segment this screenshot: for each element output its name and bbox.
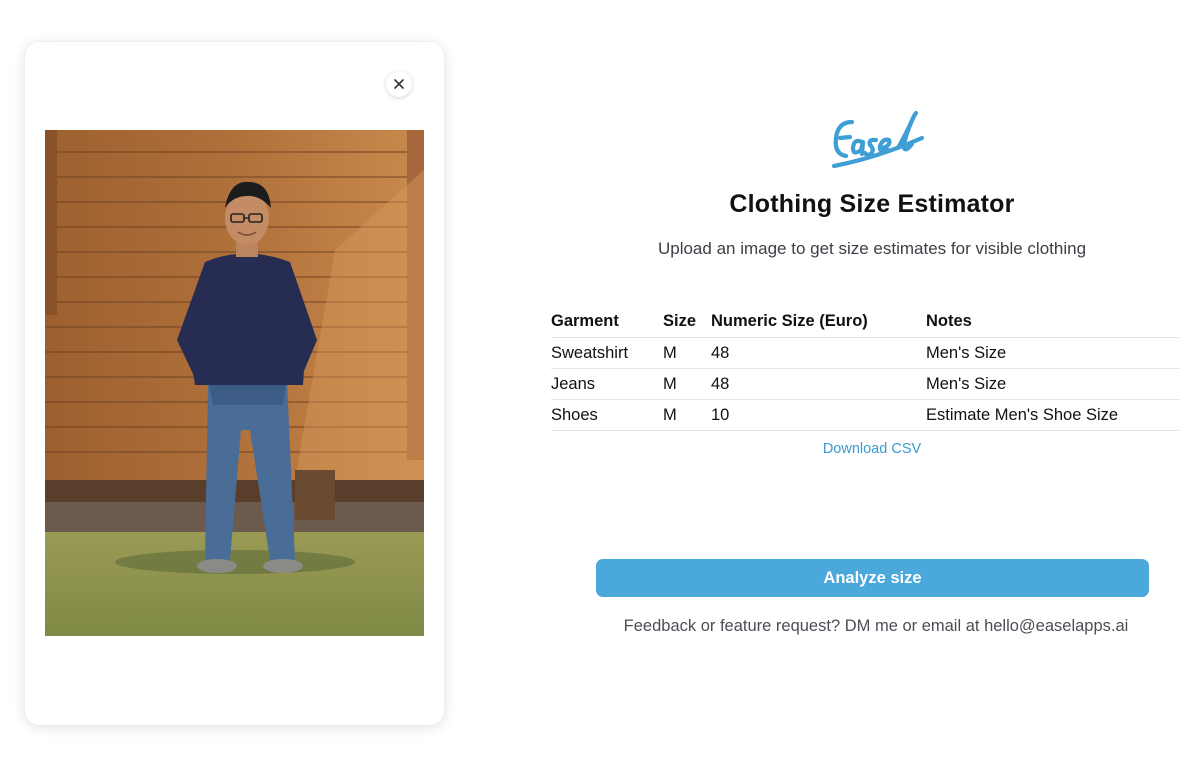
page: Clothing Size Estimator Upload an image …: [0, 0, 1200, 776]
cell-garment: Sweatshirt: [551, 337, 663, 369]
size-results-table: Garment Size Numeric Size (Euro) Notes S…: [551, 306, 1179, 431]
table-row: Jeans M 48 Men's Size: [551, 368, 1179, 400]
close-icon: [394, 79, 404, 89]
header-size: Size: [663, 306, 711, 338]
uploaded-photo: [45, 130, 424, 636]
cell-notes: Men's Size: [926, 337, 1179, 369]
cell-size: M: [663, 399, 711, 431]
cell-numeric-size: 48: [711, 337, 926, 369]
cell-garment: Shoes: [551, 399, 663, 431]
easel-logo: [831, 110, 925, 169]
header-garment: Garment: [551, 306, 663, 338]
image-upload-card: [25, 42, 444, 725]
page-title: Clothing Size Estimator: [729, 190, 1015, 218]
table-row: Sweatshirt M 48 Men's Size: [551, 337, 1179, 369]
cell-numeric-size: 48: [711, 368, 926, 400]
download-csv-link[interactable]: Download CSV: [760, 441, 984, 457]
page-subtitle: Upload an image to get size estimates fo…: [657, 239, 1087, 258]
cell-size: M: [663, 337, 711, 369]
analyze-size-button[interactable]: Analyze size: [596, 559, 1149, 597]
table-row: Shoes M 10 Estimate Men's Shoe Size: [551, 399, 1179, 431]
cell-garment: Jeans: [551, 368, 663, 400]
cell-notes: Men's Size: [926, 368, 1179, 400]
cell-notes: Estimate Men's Shoe Size: [926, 399, 1179, 431]
header-notes: Notes: [926, 306, 1179, 338]
cell-size: M: [663, 368, 711, 400]
cell-numeric-size: 10: [711, 399, 926, 431]
close-button[interactable]: [386, 71, 412, 97]
table-header-row: Garment Size Numeric Size (Euro) Notes: [551, 306, 1179, 338]
header-numeric-size: Numeric Size (Euro): [711, 306, 926, 338]
feedback-text: Feedback or feature request? DM me or em…: [623, 617, 1129, 635]
